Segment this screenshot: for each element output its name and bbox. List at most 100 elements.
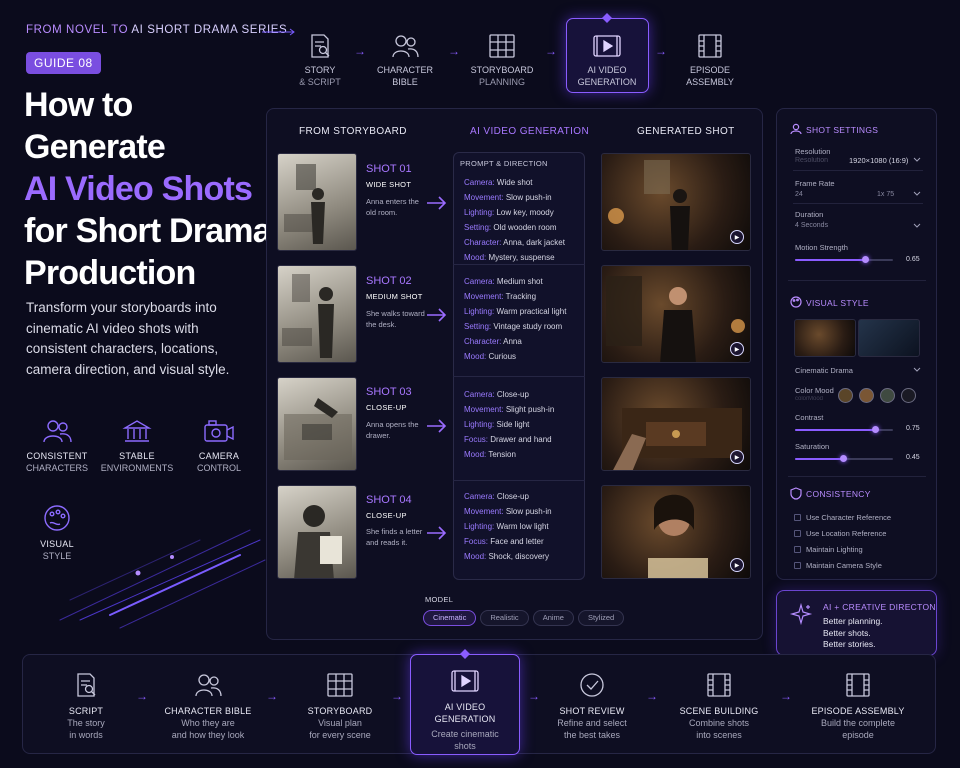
- palette-icon: [790, 296, 802, 308]
- chevron-down-icon[interactable]: [913, 191, 921, 197]
- arrow-right-icon: →: [646, 689, 658, 703]
- storyboard-thumbnail-shot-03[interactable]: [277, 377, 357, 471]
- checkbox-row[interactable]: Use Location Reference: [794, 525, 891, 541]
- render-scene: [648, 494, 708, 578]
- checkbox-row[interactable]: Maintain Lighting: [794, 541, 891, 557]
- color-swatch[interactable]: [880, 388, 895, 403]
- bottom-step-episode-assembly[interactable]: EPISODE ASSEMBLY Build the complete episod…: [802, 672, 914, 741]
- bottom-step-character-bible[interactable]: CHARACTER BIBLE Who they are and how they …: [152, 672, 264, 741]
- shot-description: Anna opens the drawer.: [366, 420, 419, 440]
- motion-strength-knob[interactable]: [862, 256, 869, 263]
- intro-text: Transform your storyboards into cinemati…: [26, 300, 230, 377]
- resolution-sub: Resolution: [795, 157, 829, 164]
- divider: [788, 280, 926, 281]
- prompt-list-shot-01: Camera: Wide shot Movement: Slow push-in…: [464, 178, 565, 262]
- resolution-select[interactable]: 1920×1080 (16:9): [849, 156, 908, 165]
- model-option-stylized[interactable]: Stylized: [577, 610, 625, 626]
- arrow-right-icon: →: [136, 689, 148, 703]
- arrow-right-icon: [427, 526, 447, 540]
- diamond-icon: [602, 13, 612, 23]
- top-step-episode-assembly[interactable]: EPISODE ASSEMBLY: [669, 33, 751, 88]
- shot-type: MEDIUM SHOT: [366, 292, 423, 301]
- sparkle-icon: [789, 602, 813, 626]
- color-swatch[interactable]: [838, 388, 853, 403]
- column-header-storyboard: FROM STORYBOARD: [299, 126, 407, 137]
- chevron-down-icon[interactable]: [913, 367, 921, 373]
- style-preview-1[interactable]: [794, 319, 856, 357]
- play-button[interactable]: ▶: [730, 342, 744, 356]
- script-icon: [311, 34, 330, 58]
- top-step-storyboard-planning[interactable]: STORYBOARD PLANNING: [461, 33, 543, 88]
- checkbox-row[interactable]: Maintain Camera Style: [794, 557, 891, 573]
- checkbox[interactable]: [794, 561, 801, 569]
- building-icon: [122, 420, 152, 442]
- duration-value[interactable]: 4 Seconds: [795, 222, 828, 229]
- checkbox[interactable]: [794, 545, 801, 553]
- grid-icon: [489, 34, 515, 58]
- shot-label: SHOT 04: [366, 494, 412, 506]
- storyboard-thumbnail-shot-04[interactable]: [277, 485, 357, 579]
- camera-icon: [204, 420, 234, 442]
- storyboard-thumbnail-shot-01[interactable]: [277, 153, 357, 251]
- grid-icon: [327, 673, 353, 697]
- play-button[interactable]: ▶: [730, 450, 744, 464]
- arrow-right-icon: [427, 308, 447, 322]
- people-icon: [195, 674, 222, 697]
- model-option-cinematic[interactable]: Cinematic: [423, 610, 477, 626]
- checkbox[interactable]: [794, 513, 801, 521]
- bottom-step-ai-video-generation[interactable]: AI VIDEO GENERATION Create cinematic shots: [409, 668, 521, 752]
- top-step-ai-video-generation[interactable]: AI VIDEO GENERATION: [566, 33, 648, 88]
- storyboard-thumbnail-shot-02[interactable]: [277, 265, 357, 363]
- bottom-step-shot-review[interactable]: SHOT REVIEW Refine and select the best tak…: [536, 672, 648, 741]
- play-button[interactable]: ▶: [730, 558, 744, 572]
- arrow-right-icon: [427, 419, 447, 433]
- arrow-right-icon: →: [266, 689, 278, 703]
- duration-label: Duration: [795, 210, 824, 219]
- contrast-fill: [795, 429, 875, 431]
- column-header-generated: GENERATED SHOT: [637, 126, 735, 137]
- bottom-step-storyboard[interactable]: STORYBOARD Visual plan for every scene: [284, 672, 396, 741]
- generated-shot-01[interactable]: ▶: [601, 153, 751, 251]
- checkbox[interactable]: [794, 529, 801, 537]
- color-swatch[interactable]: [859, 388, 874, 403]
- prompt-divider: [453, 376, 585, 377]
- frame-rate-value[interactable]: 24: [795, 191, 803, 198]
- arrow-right-icon: →: [545, 44, 557, 58]
- checkbox-row[interactable]: Use Character Reference: [794, 509, 891, 525]
- chevron-down-icon[interactable]: [913, 223, 921, 229]
- color-mood-swatches: [838, 388, 916, 403]
- chevron-down-icon[interactable]: [913, 157, 921, 163]
- model-option-anime[interactable]: Anime: [532, 610, 574, 626]
- generated-shot-03[interactable]: ▶: [601, 377, 751, 471]
- arrow-right-icon: →: [448, 44, 460, 58]
- divider: [793, 170, 923, 171]
- consistency-header: CONSISTENCY: [806, 489, 871, 499]
- model-label: MODEL: [425, 595, 454, 604]
- divider: [788, 476, 926, 477]
- style-preview-2[interactable]: [858, 319, 920, 357]
- model-option-realistic[interactable]: Realistic: [480, 610, 529, 626]
- bottom-step-script[interactable]: SCRIPT The story in words: [30, 672, 142, 741]
- video-icon: [451, 670, 479, 692]
- contrast-knob[interactable]: [872, 426, 879, 433]
- style-select[interactable]: Cinematic Drama: [795, 366, 853, 375]
- shield-icon: [790, 487, 802, 500]
- play-button[interactable]: ▶: [730, 230, 744, 244]
- color-swatch[interactable]: [901, 388, 916, 403]
- generated-shot-04[interactable]: ▶: [601, 485, 751, 579]
- script-icon: [77, 673, 96, 697]
- top-step-character-bible[interactable]: CHARACTER BIBLE: [364, 33, 446, 88]
- series-eyebrow: FROM NOVEL TO AI SHORT DRAMA SERIES: [26, 24, 288, 36]
- saturation-value: 0.45: [906, 454, 920, 461]
- creative-lines: Better planning. Better shots. Better stor…: [823, 616, 883, 649]
- saturation-knob[interactable]: [840, 455, 847, 462]
- check-icon: [580, 673, 604, 697]
- arrow-right-icon: [427, 196, 447, 210]
- top-step-story-script[interactable]: STORY & SCRIPT: [279, 33, 361, 88]
- guide-badge: GUIDE 08: [26, 52, 101, 74]
- bottom-step-scene-building[interactable]: SCENE BUILDING Combine shots into scenes: [663, 672, 775, 741]
- sketch-figure: [284, 164, 325, 244]
- render-scene: [608, 160, 690, 250]
- generated-shot-02[interactable]: ▶: [601, 265, 751, 363]
- sketch-figure: [284, 398, 352, 460]
